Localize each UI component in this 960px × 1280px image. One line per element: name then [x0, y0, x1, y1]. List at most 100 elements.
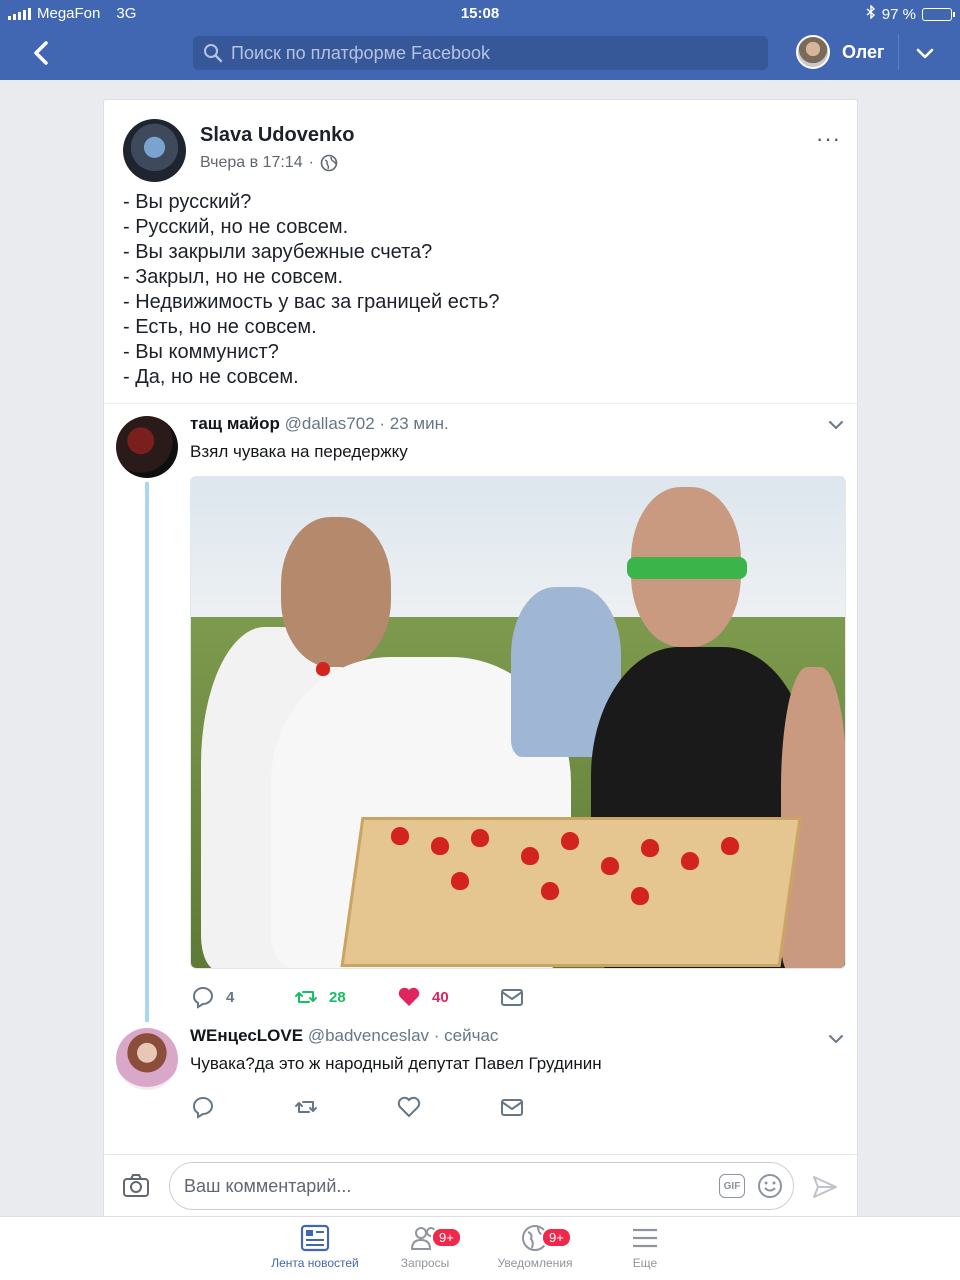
tab-bar: Лента новостей Запросы 9+ Уведомления 9+…: [0, 1216, 960, 1280]
photo-berry: [316, 662, 330, 676]
post-line: - Вы закрыли зарубежные счета?: [123, 241, 433, 263]
reply-action: 4: [190, 984, 293, 1010]
tab-notifications[interactable]: Уведомления 9+: [475, 1223, 595, 1270]
tweet-screenshot-image[interactable]: тащ майор @dallas702 · 23 мин. Взял чува…: [104, 403, 857, 1148]
heart-icon: [397, 1096, 421, 1118]
avatar: [796, 35, 830, 69]
like-action: 40: [396, 984, 499, 1010]
mail-icon: [501, 1099, 523, 1116]
search-placeholder: Поиск по платформе Facebook: [231, 42, 491, 63]
tab-label: Уведомления: [497, 1256, 573, 1270]
battery-label: 97 %: [881, 5, 916, 23]
author-name[interactable]: Slava Udovenko: [200, 124, 355, 147]
camera-icon[interactable]: [122, 1172, 150, 1200]
post-timestamp[interactable]: Вчера в 17:14: [200, 154, 303, 172]
like-action: [396, 1094, 499, 1120]
tab-label: Лента новостей: [271, 1256, 359, 1270]
photo-berry: [521, 847, 539, 865]
photo-berry: [641, 839, 659, 857]
photo-berry: [601, 857, 619, 875]
notification-badge: 9+: [431, 1227, 462, 1248]
emoji-icon[interactable]: [757, 1173, 783, 1199]
post-line: - Вы русский?: [123, 191, 252, 213]
tab-news-feed[interactable]: Лента новостей: [255, 1223, 375, 1270]
chevron-down-icon[interactable]: [914, 42, 936, 64]
search-input[interactable]: Поиск по платформе Facebook: [193, 36, 768, 70]
chevron-down-icon: [829, 1035, 843, 1044]
send-icon[interactable]: [811, 1173, 839, 1201]
retweet-icon: [295, 1101, 317, 1113]
battery-icon: [922, 7, 955, 21]
post-text: - Вы русский? - Русский, но не совсем. -…: [123, 190, 823, 390]
top-bar: MegaFon 3G 15:08 97 % Поиск по платформе…: [0, 0, 960, 80]
post-line: - Недвижимость у вас за границей есть?: [123, 291, 500, 313]
photo-berry: [471, 829, 489, 847]
user-name: Олег: [842, 41, 885, 62]
tweet-author-name: тащ майор: [190, 414, 280, 433]
photo-berry: [681, 852, 699, 870]
retweet-count: 28: [329, 988, 346, 1006]
tweet-text: Взял чувака на передержку: [190, 442, 408, 461]
heart-icon: [398, 987, 420, 1006]
post-line: - Закрыл, но не совсем.: [123, 266, 344, 288]
search-icon: [204, 44, 223, 63]
photo-berry: [631, 887, 649, 905]
news-feed-icon: [300, 1224, 330, 1252]
photo-berry: [541, 882, 559, 900]
tweet-text: Чувака?да это ж народный депутат Павел Г…: [190, 1054, 602, 1073]
tweet-handle: @dallas702: [284, 414, 375, 433]
chevron-down-icon: [829, 421, 843, 430]
retweet-action: 28: [293, 984, 396, 1010]
comment-input[interactable]: Ваш комментарий... GIF: [169, 1162, 794, 1210]
post-line: - Русский, но не совсем.: [123, 216, 349, 238]
tweet-time: · сейчас: [433, 1026, 499, 1045]
tweet-header: тащ майор @dallas702 · 23 мин.: [190, 414, 449, 434]
post-line: - Есть, но не совсем.: [123, 316, 317, 338]
tweet-author-name: WEнцесLOVE: [190, 1026, 304, 1045]
status-right: 97 %: [866, 4, 955, 23]
back-arrow-icon[interactable]: [26, 36, 60, 70]
tab-label: Запросы: [400, 1256, 450, 1270]
meta-separator: ·: [308, 154, 314, 171]
menu-icon: [633, 1228, 657, 1248]
reply-action: [190, 1094, 293, 1120]
tweet-avatar: [116, 1028, 178, 1090]
reply-icon: [193, 987, 213, 1009]
tweet-photo: [190, 476, 846, 969]
tweet-actions: [190, 1094, 602, 1120]
photo-berry: [431, 837, 449, 855]
tab-label: Еще: [632, 1256, 658, 1270]
like-count: 40: [432, 988, 449, 1006]
comment-bar: Ваш комментарий... GIF: [103, 1154, 858, 1216]
bluetooth-icon: [866, 4, 876, 23]
post-line: - Вы коммунист?: [123, 341, 279, 363]
tweet-time: · 23 мин.: [379, 414, 449, 433]
post-card: Slava Udovenko Вчера в 17:14 · ··· - Вы …: [103, 99, 858, 1159]
photo-berry: [391, 827, 409, 845]
photo-figure: [281, 517, 391, 667]
dm-action: [499, 1094, 602, 1120]
more-options-button[interactable]: ···: [816, 126, 841, 152]
retweet-action: [293, 1094, 396, 1120]
mail-icon: [501, 989, 523, 1006]
photo-berry: [721, 837, 739, 855]
nav-bar: Поиск по платформе Facebook Олег: [0, 30, 960, 76]
clock: 15:08: [460, 5, 500, 22]
thread-line: [145, 482, 149, 1022]
comment-placeholder: Ваш комментарий...: [184, 1175, 352, 1196]
tweet-actions: 4 28 40: [190, 984, 602, 1010]
notification-badge: 9+: [541, 1227, 572, 1248]
retweet-icon: [295, 991, 317, 1003]
profile-button[interactable]: Олег: [796, 35, 884, 69]
post-line: - Да, но не совсем.: [123, 366, 299, 388]
gif-button[interactable]: GIF: [719, 1174, 745, 1198]
tweet-avatar: [116, 416, 178, 478]
author-avatar[interactable]: [123, 119, 186, 182]
photo-sunglasses: [627, 557, 747, 579]
status-bar: MegaFon 3G 15:08 97 %: [0, 0, 960, 26]
globe-icon: [320, 154, 338, 172]
tab-more[interactable]: Еще: [585, 1223, 705, 1270]
photo-berry: [561, 832, 579, 850]
tab-requests[interactable]: Запросы 9+: [365, 1223, 485, 1270]
tweet-handle: @badvenceslav: [307, 1026, 430, 1045]
